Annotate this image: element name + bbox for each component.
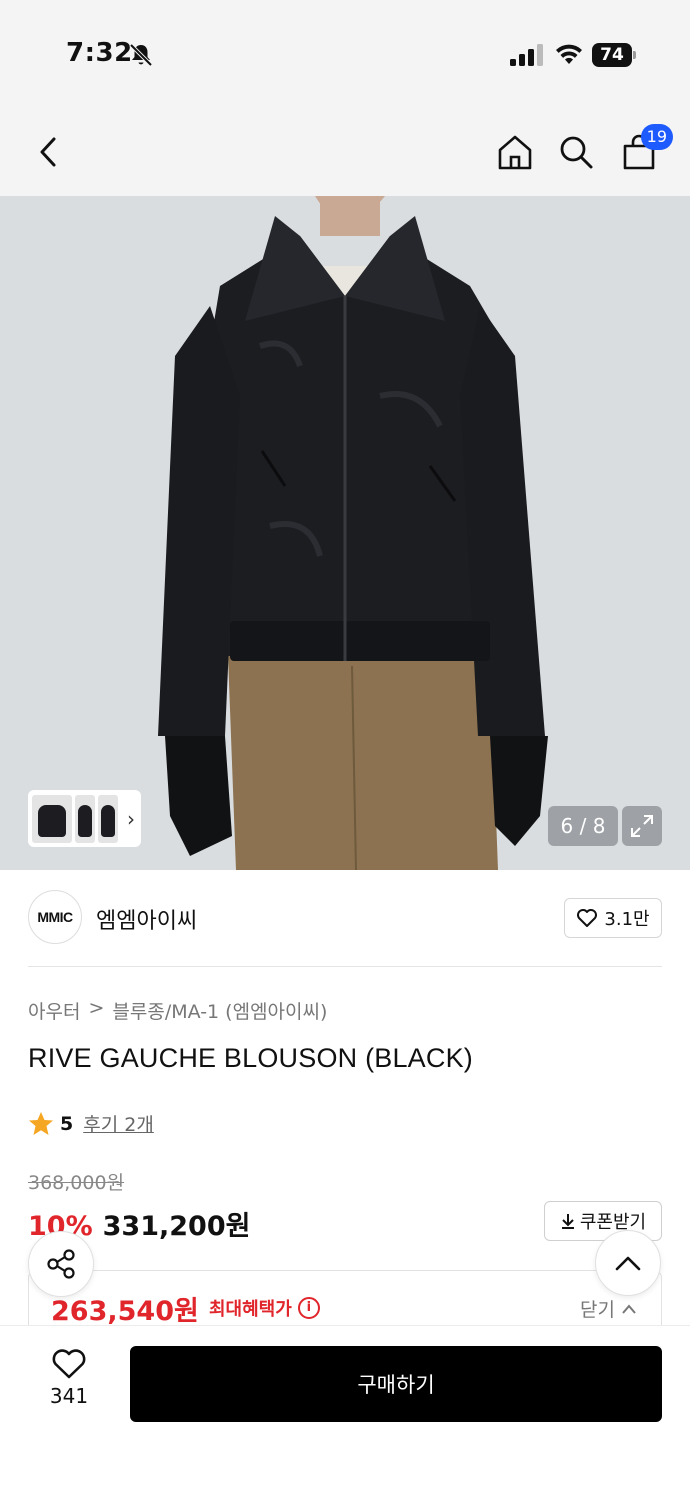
battery-level: 74 bbox=[592, 43, 632, 67]
max-benefit-panel: 263,540원 최대혜택가 i 닫기 bbox=[28, 1270, 662, 1330]
product-title: RIVE GAUCHE BLOUSON (BLACK) bbox=[28, 1043, 473, 1073]
search-icon bbox=[560, 136, 593, 169]
share-button[interactable] bbox=[28, 1231, 94, 1297]
breadcrumb-subcategory[interactable]: 블루종/MA-1 (엠엠아이씨) bbox=[112, 997, 327, 1024]
thumbnail-1[interactable] bbox=[32, 794, 72, 843]
close-toggle-label: 닫기 bbox=[580, 1299, 615, 1321]
heart-icon bbox=[577, 909, 598, 927]
thumbnail-strip[interactable]: › bbox=[28, 790, 141, 847]
cart-count-badge: 19 bbox=[640, 124, 673, 150]
max-benefit-text: 최대혜택가 bbox=[209, 1299, 292, 1320]
search-button[interactable] bbox=[554, 130, 598, 174]
close-toggle[interactable]: 닫기 bbox=[580, 1295, 637, 1322]
brand-like-button[interactable]: 3.1만 bbox=[564, 898, 662, 938]
expand-icon bbox=[631, 815, 653, 837]
brand-logo[interactable]: MMIC bbox=[28, 890, 82, 944]
info-icon[interactable]: i bbox=[297, 1297, 320, 1319]
buy-button[interactable]: 구매하기 bbox=[130, 1346, 662, 1422]
product-image[interactable] bbox=[0, 196, 690, 870]
divider bbox=[28, 966, 662, 967]
signal-icon bbox=[510, 44, 543, 66]
thumbnail-2[interactable] bbox=[75, 794, 95, 843]
brand-row[interactable]: MMIC 엠엠아이씨 3.1만 bbox=[28, 890, 662, 946]
max-benefit-label[interactable]: 최대혜택가 i bbox=[209, 1295, 320, 1321]
share-icon bbox=[47, 1249, 75, 1279]
wishlist-button[interactable]: 341 bbox=[30, 1348, 108, 1428]
rating-row: 5 후기 2개 bbox=[28, 1110, 154, 1137]
status-time: 7:32 bbox=[66, 38, 133, 68]
original-price: 368,000원 bbox=[28, 1172, 125, 1194]
sale-price: 331,200원 bbox=[102, 1211, 251, 1242]
breadcrumb: 아우터 > 블루종/MA-1 (엠엠아이씨) bbox=[28, 997, 327, 1024]
breadcrumb-separator: > bbox=[88, 997, 105, 1019]
wifi-icon bbox=[556, 44, 582, 64]
thumbnail-3[interactable] bbox=[98, 794, 118, 843]
scroll-top-button[interactable] bbox=[595, 1230, 661, 1296]
nav-bar: 19 bbox=[0, 110, 690, 196]
bottom-action-bar: 341 구매하기 bbox=[0, 1325, 690, 1500]
product-photo bbox=[0, 196, 690, 870]
chevron-up-icon bbox=[622, 1303, 636, 1314]
brand-like-count: 3.1만 bbox=[604, 909, 650, 930]
battery-icon: 74 bbox=[592, 43, 636, 67]
breadcrumb-category[interactable]: 아우터 bbox=[28, 997, 80, 1024]
wishlist-count: 341 bbox=[49, 1384, 89, 1408]
cart-button[interactable]: 19 bbox=[617, 124, 673, 174]
heart-icon bbox=[52, 1349, 86, 1379]
rating-value: 5 bbox=[60, 1112, 74, 1135]
battery-cap bbox=[633, 51, 636, 59]
expand-button[interactable] bbox=[622, 806, 662, 846]
download-icon bbox=[561, 1214, 574, 1229]
back-arrow-icon bbox=[40, 137, 56, 167]
back-button[interactable] bbox=[26, 130, 70, 174]
brand-name[interactable]: 엠엠아이씨 bbox=[96, 903, 197, 935]
star-icon bbox=[29, 1111, 53, 1135]
chevron-up-icon bbox=[615, 1256, 641, 1271]
home-icon bbox=[498, 135, 532, 170]
home-button[interactable] bbox=[493, 130, 537, 174]
chevron-right-icon: › bbox=[127, 806, 135, 831]
image-counter: 6 / 8 bbox=[548, 806, 618, 846]
status-bar: 7:32 74 bbox=[0, 0, 690, 110]
review-count-link[interactable]: 후기 2개 bbox=[83, 1110, 154, 1137]
max-benefit-price: 263,540원 bbox=[51, 1296, 199, 1327]
bell-slash-icon bbox=[129, 43, 153, 67]
